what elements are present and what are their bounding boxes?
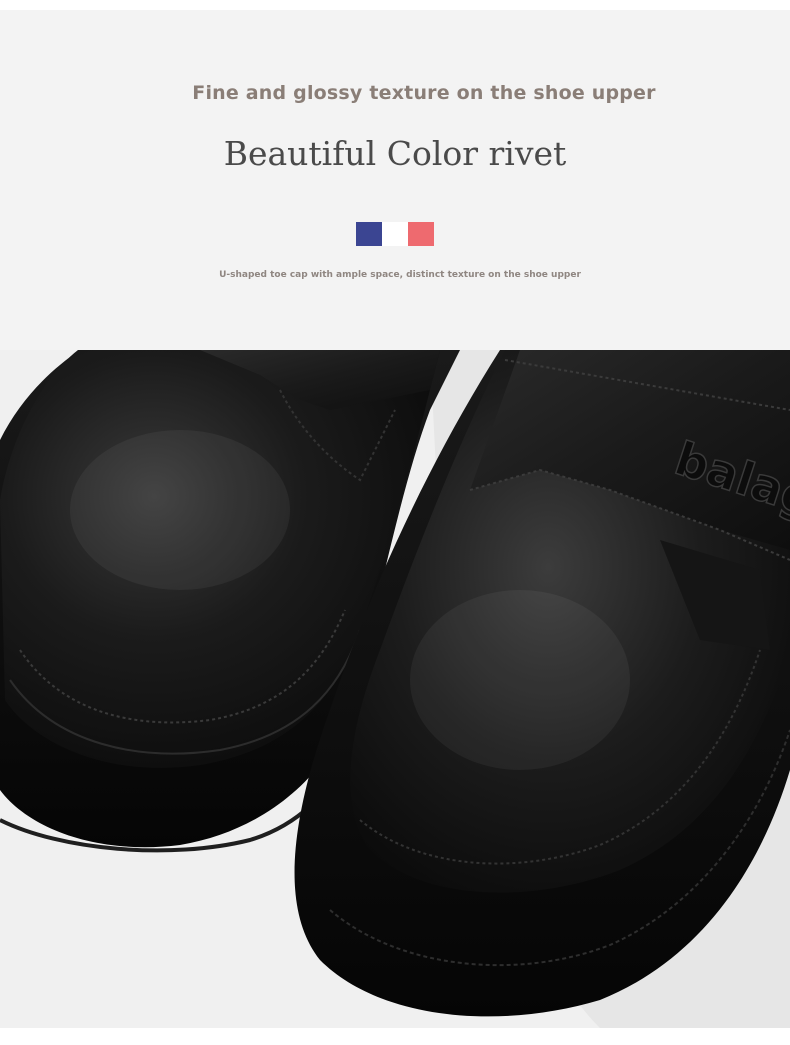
feature-title: Beautiful Color rivet — [223, 134, 567, 173]
product-detail-panel: Fine and glossy texture on the shoe uppe… — [0, 10, 790, 1028]
color-swatch-white — [382, 222, 408, 246]
shoe-closeup-photo: balag — [0, 350, 790, 1028]
feature-tagline: Fine and glossy texture on the shoe uppe… — [192, 82, 656, 104]
color-swatches — [356, 222, 434, 246]
color-swatch-blue — [356, 222, 382, 246]
color-swatch-red — [408, 222, 434, 246]
feature-description: U-shaped toe cap with ample space, disti… — [219, 270, 581, 280]
